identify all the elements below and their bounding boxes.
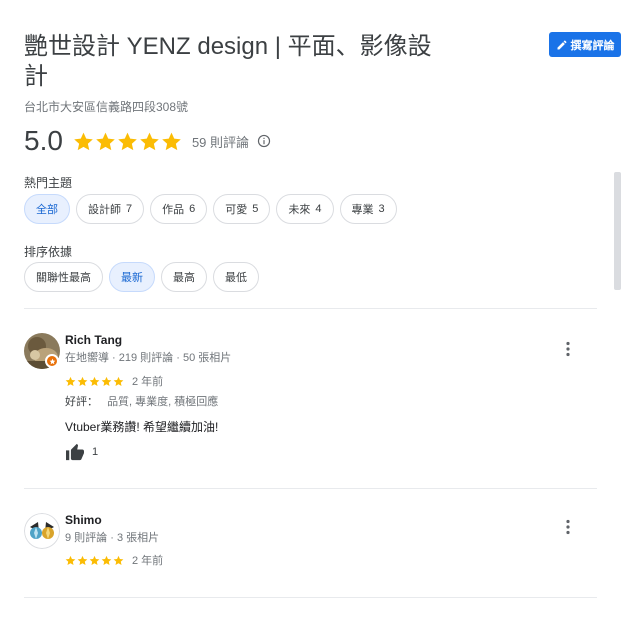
sort-chip[interactable]: 最高 xyxy=(161,262,207,292)
write-review-label: 撰寫評論 xyxy=(570,39,615,52)
chip-label: 未來 xyxy=(288,204,311,216)
scrollbar-thumb[interactable] xyxy=(614,172,621,290)
topic-chip[interactable]: 全部 xyxy=(24,194,70,224)
chip-label: 最新 xyxy=(121,272,143,284)
review-time: 2 年前 xyxy=(132,555,164,567)
like-count: 1 xyxy=(92,446,99,458)
star-icon xyxy=(113,376,124,386)
place-title: 艷世設計 YENZ design | 平面、影像設計 xyxy=(24,33,432,90)
star-icon xyxy=(113,555,124,565)
sort-chip-row: 關聯性最高 最新 最高 最低 xyxy=(24,262,259,292)
topics-chip-row: 全部 設計師 7 作品 6 可愛 5 未來 4 專業 3 xyxy=(24,194,397,224)
info-icon[interactable] xyxy=(257,134,271,148)
chip-count: 3 xyxy=(378,203,385,215)
chip-count: 4 xyxy=(315,203,322,215)
star-icon xyxy=(77,376,88,386)
divider xyxy=(24,308,597,309)
review-text: Vtuber業務讚! 希望繼續加油! xyxy=(65,420,219,434)
topics-label: 熱門主題 xyxy=(24,176,73,190)
star-icon xyxy=(74,132,93,150)
star-icon xyxy=(65,376,76,386)
chip-label: 作品 xyxy=(162,204,185,216)
review-time: 2 年前 xyxy=(132,376,164,388)
place-address: 台北市大安區信義路四段308號 xyxy=(24,100,189,114)
reviewer-meta: 9 則評論 · 3 張相片 xyxy=(65,532,160,544)
reviewer-name[interactable]: Shimo xyxy=(65,513,102,527)
chip-label: 設計師 xyxy=(88,204,121,216)
sort-label: 排序依據 xyxy=(24,245,73,259)
divider xyxy=(24,597,597,598)
more-options-icon[interactable] xyxy=(563,519,573,535)
star-icon xyxy=(49,358,55,364)
review-card: Shimo 9 則評論 · 3 張相片 2 年前 xyxy=(24,513,597,583)
chip-label: 最高 xyxy=(173,272,195,284)
more-options-icon[interactable] xyxy=(563,341,573,357)
chip-count: 5 xyxy=(252,203,259,215)
star-icon xyxy=(96,132,115,150)
star-icon xyxy=(77,555,88,565)
highlights-label: 好評： xyxy=(65,396,98,408)
topic-chip[interactable]: 設計師 7 xyxy=(76,194,145,224)
topic-chip[interactable]: 可愛 5 xyxy=(213,194,271,224)
chip-label: 可愛 xyxy=(225,204,248,216)
review-rating: 2 年前 xyxy=(65,373,163,389)
review-stars xyxy=(65,555,124,566)
star-icon xyxy=(101,376,112,386)
topic-chip[interactable]: 未來 4 xyxy=(276,194,334,224)
avatar[interactable] xyxy=(24,513,60,549)
star-icon xyxy=(65,555,76,565)
review-highlights: 好評： 品質, 專業度, 積極回應 xyxy=(65,393,218,409)
chip-count: 7 xyxy=(126,203,133,215)
star-icon xyxy=(89,555,100,565)
chip-label: 最低 xyxy=(225,272,247,284)
rating-stars xyxy=(73,131,182,152)
sort-chip[interactable]: 關聯性最高 xyxy=(24,262,103,292)
local-guide-badge xyxy=(45,354,59,368)
chip-label: 全部 xyxy=(36,204,58,216)
highlights-values: 品質, 專業度, 積極回應 xyxy=(107,396,219,408)
rating-score: 5.0 xyxy=(24,125,63,156)
star-icon xyxy=(89,376,100,386)
star-icon xyxy=(162,132,181,150)
thumbs-up-icon xyxy=(66,443,84,461)
review-stars xyxy=(65,376,124,387)
star-icon xyxy=(118,132,137,150)
review-rating: 2 年前 xyxy=(65,552,163,568)
like-button[interactable]: 1 xyxy=(65,443,98,461)
rating-summary: 5.0 59 則評論 xyxy=(24,124,271,158)
topic-chip[interactable]: 作品 6 xyxy=(150,194,208,224)
chip-count: 6 xyxy=(189,203,196,215)
reviewer-meta: 在地嚮導 · 219 則評論 · 50 張相片 xyxy=(65,352,232,364)
review-card: Rich Tang 在地嚮導 · 219 則評論 · 50 張相片 2 年前 好… xyxy=(24,333,597,473)
topic-chip[interactable]: 專業 3 xyxy=(339,194,397,224)
place-header: 艷世設計 YENZ design | 平面、影像設計 台北市大安區信義路四段30… xyxy=(24,32,454,115)
write-review-button[interactable]: 撰寫評論 xyxy=(549,32,621,57)
divider xyxy=(24,488,597,489)
pencil-icon xyxy=(557,39,566,49)
sort-chip[interactable]: 最低 xyxy=(213,262,259,292)
chip-label: 關聯性最高 xyxy=(36,272,91,284)
reviewer-name[interactable]: Rich Tang xyxy=(65,333,122,347)
sort-chip[interactable]: 最新 xyxy=(109,262,155,292)
review-count[interactable]: 59 則評論 xyxy=(192,132,249,151)
star-icon xyxy=(140,132,159,150)
chip-label: 專業 xyxy=(351,204,374,216)
star-icon xyxy=(101,555,112,565)
